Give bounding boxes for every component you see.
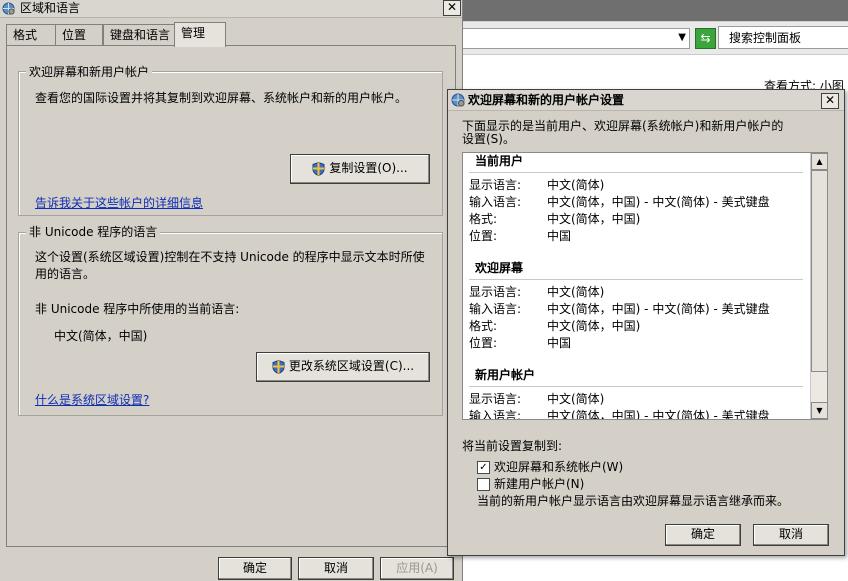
sub-dialog-titlebar: 欢迎屏幕和新的用户帐户设置 ✕ bbox=[448, 90, 844, 111]
setting-row: 显示语言: 中文(简体) bbox=[463, 177, 809, 194]
refresh-icon[interactable]: ⇆ bbox=[695, 28, 716, 49]
setting-key: 显示语言: bbox=[469, 178, 522, 192]
copy-settings-button[interactable]: 复制设置(O)... bbox=[290, 154, 430, 184]
scroll-up-icon[interactable]: ▲ bbox=[811, 153, 827, 170]
control-panel-address-bar: ▼ ⇆ 搜索控制面板 bbox=[462, 22, 848, 55]
ok-button[interactable]: 确定 bbox=[218, 557, 292, 580]
setting-row: 输入语言: 中文(简体，中国) - 中文(简体) - 美式键盘 bbox=[463, 301, 809, 318]
close-button[interactable]: ✕ bbox=[821, 93, 839, 109]
checkbox-unchecked-icon[interactable] bbox=[477, 478, 490, 491]
globe-settings-icon bbox=[451, 93, 465, 107]
inherit-note: 当前的新用户帐户显示语言由欢迎屏幕显示语言继承而来。 bbox=[477, 494, 790, 508]
setting-key: 显示语言: bbox=[469, 285, 522, 299]
region-language-dialog: 区域和语言 ✕ 格式 位置 键盘和语言 管理 欢迎屏幕和新用户帐户 查看您的国际… bbox=[0, 0, 463, 581]
section-divider bbox=[469, 279, 803, 280]
setting-key: 显示语言: bbox=[469, 392, 522, 406]
copy-settings-label: 复制设置(O)... bbox=[329, 161, 408, 175]
chevron-down-icon[interactable]: ▼ bbox=[678, 32, 686, 43]
globe-settings-icon bbox=[2, 2, 15, 15]
search-placeholder: 搜索控制面板 bbox=[729, 31, 802, 45]
cancel-button[interactable]: 取消 bbox=[298, 557, 374, 580]
tab-location[interactable]: 位置 bbox=[55, 24, 103, 45]
system-locale-help-link[interactable]: 什么是系统区域设置? bbox=[35, 391, 149, 408]
welcome-group-title: 欢迎屏幕和新用户帐户 bbox=[26, 65, 153, 79]
setting-row: 显示语言: 中文(简体) bbox=[463, 284, 809, 301]
setting-value: 中国 bbox=[547, 336, 572, 350]
setting-value: 中文(简体，中国) - 中文(简体) - 美式键盘 bbox=[547, 302, 770, 316]
tab-format[interactable]: 格式 bbox=[6, 24, 56, 45]
setting-value: 中文(简体，中国) bbox=[547, 212, 641, 226]
setting-row: 位置: 中国 bbox=[463, 335, 809, 352]
setting-value: 中国 bbox=[547, 229, 572, 243]
tab-keyboards-languages[interactable]: 键盘和语言 bbox=[103, 24, 177, 45]
search-input[interactable]: 搜索控制面板 bbox=[718, 26, 848, 49]
settings-list-content: 当前用户 显示语言: 中文(简体) 输入语言: 中文(简体，中国) - 中文(简体)… bbox=[463, 153, 809, 419]
setting-value: 中文(简体) bbox=[547, 178, 605, 192]
setting-key: 输入语言: bbox=[469, 409, 522, 419]
setting-row: 格式: 中文(简体，中国) bbox=[463, 318, 809, 335]
accounts-info-link[interactable]: 告诉我关于这些帐户的详细信息 bbox=[35, 194, 203, 211]
welcome-system-checkbox-label[interactable]: 欢迎屏幕和系统帐户(W) bbox=[494, 459, 623, 476]
uac-shield-icon bbox=[312, 161, 325, 176]
welcome-description: 查看您的国际设置并将其复制到欢迎屏幕、系统帐户和新的用户帐户。 bbox=[35, 91, 408, 105]
background-window-titlebar bbox=[462, 0, 848, 21]
change-locale-label: 更改系统区域设置(C)... bbox=[288, 359, 415, 373]
setting-value: 中文(简体，中国) - 中文(简体) - 美式键盘 bbox=[547, 195, 770, 209]
ok-button[interactable]: 确定 bbox=[665, 524, 741, 546]
section-welcome-screen: 欢迎屏幕 显示语言: 中文(简体) 输入语言: 中文(简体，中国) - 中文(简体)… bbox=[463, 260, 809, 352]
vertical-scrollbar[interactable]: ▲ ▼ bbox=[810, 153, 827, 419]
scroll-down-icon[interactable]: ▼ bbox=[811, 402, 827, 419]
section-new-user: 新用户帐户 显示语言: 中文(简体) 输入语言: 中文(简体，中国) - 中文(简体… bbox=[463, 367, 809, 419]
setting-row: 输入语言: 中文(简体，中国) - 中文(简体) - 美式键盘 bbox=[463, 408, 809, 419]
setting-row: 显示语言: 中文(简体) bbox=[463, 391, 809, 408]
setting-key: 位置: bbox=[469, 229, 498, 243]
cancel-button[interactable]: 取消 bbox=[753, 524, 829, 546]
tab-administrative[interactable]: 管理 bbox=[174, 22, 226, 47]
section-divider bbox=[469, 386, 803, 387]
setting-row: 格式: 中文(简体，中国) bbox=[463, 211, 809, 228]
non-unicode-group-title: 非 Unicode 程序的语言 bbox=[26, 225, 161, 239]
section-heading: 当前用户 bbox=[475, 154, 524, 168]
current-language-label: 非 Unicode 程序中所使用的当前语言: bbox=[35, 302, 240, 316]
setting-key: 格式: bbox=[469, 319, 498, 333]
section-heading: 欢迎屏幕 bbox=[475, 261, 524, 275]
sub-dialog-title: 欢迎屏幕和新的用户帐户设置 bbox=[468, 93, 625, 107]
apply-button[interactable]: 应用(A) bbox=[380, 557, 454, 580]
copy-to-label: 将当前设置复制到: bbox=[462, 439, 563, 453]
setting-row: 输入语言: 中文(简体，中国) - 中文(简体) - 美式键盘 bbox=[463, 194, 809, 211]
section-divider bbox=[469, 172, 803, 173]
setting-key: 格式: bbox=[469, 212, 498, 226]
setting-row: 位置: 中国 bbox=[463, 228, 809, 245]
setting-key: 输入语言: bbox=[469, 195, 522, 209]
setting-key: 输入语言: bbox=[469, 302, 522, 316]
dialog-title: 区域和语言 bbox=[20, 1, 81, 15]
close-button[interactable]: ✕ bbox=[443, 0, 461, 16]
checkbox-checked-icon[interactable]: ✓ bbox=[477, 461, 490, 474]
intro-text: 下面显示的是当前用户、欢迎屏幕(系统帐户)和新用户帐户的 设置(S)。 bbox=[462, 120, 783, 146]
address-combobox[interactable]: ▼ bbox=[462, 28, 690, 49]
section-current-user: 当前用户 显示语言: 中文(简体) 输入语言: 中文(简体，中国) - 中文(简体)… bbox=[463, 153, 809, 245]
intro-line-2: 设置(S)。 bbox=[462, 132, 515, 146]
setting-value: 中文(简体，中国) - 中文(简体) - 美式键盘 bbox=[547, 409, 770, 419]
non-unicode-description: 这个设置(系统区域设置)控制在不支持 Unicode 的程序中显示文本时所使用的… bbox=[35, 250, 425, 281]
setting-value: 中文(简体) bbox=[547, 285, 605, 299]
change-system-locale-button[interactable]: 更改系统区域设置(C)... bbox=[256, 352, 430, 382]
uac-shield-icon bbox=[272, 359, 285, 374]
welcome-settings-dialog: 欢迎屏幕和新的用户帐户设置 ✕ 下面显示的是当前用户、欢迎屏幕(系统帐户)和新用… bbox=[447, 89, 845, 556]
dialog-titlebar: 区域和语言 ✕ bbox=[0, 0, 462, 18]
section-heading: 新用户帐户 bbox=[475, 368, 536, 382]
administrative-tab-panel: 欢迎屏幕和新用户帐户 查看您的国际设置并将其复制到欢迎屏幕、系统帐户和新的用户帐… bbox=[6, 45, 456, 547]
settings-listbox[interactable]: 当前用户 显示语言: 中文(简体) 输入语言: 中文(简体，中国) - 中文(简体)… bbox=[462, 152, 828, 420]
setting-value: 中文(简体，中国) bbox=[547, 319, 641, 333]
new-user-checkbox-label[interactable]: 新建用户帐户(N) bbox=[494, 476, 584, 493]
current-language-value: 中文(简体，中国) bbox=[54, 329, 148, 343]
scroll-thumb[interactable] bbox=[811, 170, 827, 372]
setting-key: 位置: bbox=[469, 336, 498, 350]
setting-value: 中文(简体) bbox=[547, 392, 605, 406]
